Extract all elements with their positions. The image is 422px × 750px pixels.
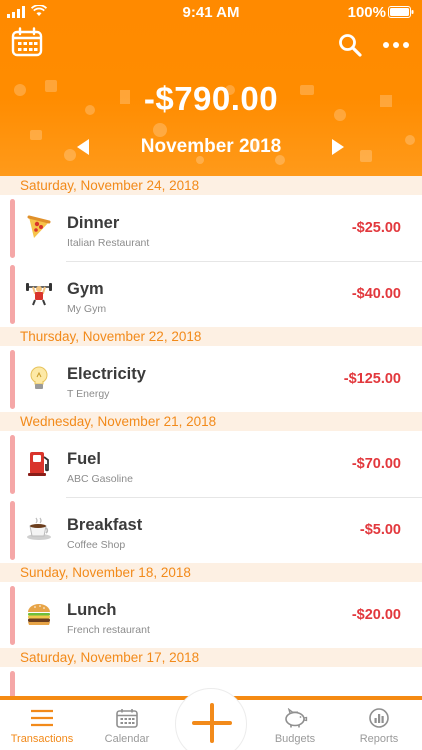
search-icon: [339, 34, 362, 57]
status-bar: 9:41 AM 100%: [0, 0, 422, 24]
fuel-pump-icon: [28, 452, 49, 476]
transaction-subtitle: Coffee Shop: [67, 539, 126, 551]
date-header: Saturday, November 17, 2018: [0, 648, 422, 667]
list-icon: [31, 709, 53, 727]
burger-icon: [28, 604, 50, 625]
tab-label: Calendar: [104, 733, 150, 745]
tab-label: Reports: [359, 733, 399, 745]
reports-icon: [369, 708, 389, 728]
expense-indicator: [10, 199, 15, 258]
transaction-amount: -$20.00: [351, 607, 401, 623]
expense-indicator: [10, 435, 15, 494]
transaction-row[interactable]: Electricity T Energy -$125.00: [0, 346, 422, 412]
date-header: Thursday, November 22, 2018: [0, 327, 422, 346]
battery-icon: [388, 6, 414, 18]
more-button[interactable]: [382, 38, 410, 52]
transaction-title: Dinner: [67, 214, 120, 232]
date-header: Sunday, November 18, 2018: [0, 563, 422, 582]
tab-calendar[interactable]: Calendar: [85, 706, 169, 750]
transaction-amount: -$25.00: [351, 220, 401, 236]
transaction-title: Breakfast: [67, 516, 143, 534]
piggy-bank-icon: [285, 708, 308, 728]
expense-indicator: [10, 265, 15, 324]
transaction-list[interactable]: Saturday, November 24, 2018 Dinner Itali…: [0, 176, 422, 696]
add-transaction-button[interactable]: [175, 688, 247, 750]
lightbulb-icon: [30, 366, 48, 389]
plus-icon: [192, 703, 232, 743]
transaction-subtitle: T Energy: [67, 388, 110, 400]
transaction-subtitle: My Gym: [67, 303, 107, 315]
transaction-title: Lunch: [67, 601, 117, 619]
transaction-row[interactable]: Dinner Italian Restaurant -$25.00: [0, 195, 422, 261]
transaction-amount: -$5.00: [359, 522, 401, 538]
transaction-row[interactable]: Breakfast Coffee Shop -$5.00: [0, 497, 422, 563]
weightlifter-icon: [26, 283, 52, 306]
transaction-subtitle: French restaurant: [67, 624, 150, 636]
transaction-row[interactable]: Fuel ABC Gasoline -$70.00: [0, 431, 422, 497]
tab-transactions[interactable]: Transactions: [0, 706, 84, 750]
more-icon: [383, 42, 409, 48]
transaction-title: Fuel: [67, 450, 101, 468]
date-header: Wednesday, November 21, 2018: [0, 412, 422, 431]
next-month-button[interactable]: [330, 138, 346, 156]
calendar-icon: [11, 27, 43, 57]
expense-indicator: [10, 586, 15, 645]
calendar-button[interactable]: [10, 26, 44, 58]
balance-total: -$790.00: [143, 80, 279, 117]
transaction-amount: -$70.00: [351, 456, 401, 472]
coffee-icon: [27, 517, 51, 540]
battery-percent: 100%: [347, 4, 386, 21]
expense-indicator: [10, 501, 15, 560]
transaction-subtitle: ABC Gasoline: [67, 473, 133, 485]
transaction-amount: -$40.00: [351, 286, 401, 302]
tab-label: Budgets: [274, 733, 316, 745]
transaction-title: Gym: [67, 280, 104, 298]
transaction-row[interactable]: Gym My Gym -$40.00: [0, 261, 422, 327]
expense-indicator: [10, 350, 15, 409]
date-header: Saturday, November 24, 2018: [0, 176, 422, 195]
transaction-subtitle: Italian Restaurant: [67, 237, 150, 249]
transaction-row[interactable]: Lunch French restaurant -$20.00: [0, 582, 422, 648]
tab-budgets[interactable]: Budgets: [253, 706, 337, 750]
header: 9:41 AM 100% -$790.00 November 2018: [0, 0, 422, 176]
pizza-icon: [27, 215, 51, 238]
month-navigator: November 2018: [0, 132, 422, 162]
transaction-amount: -$125.00: [343, 371, 401, 387]
transaction-title: Electricity: [67, 365, 146, 383]
month-label: November 2018: [140, 136, 282, 157]
expense-indicator: [10, 671, 15, 696]
search-button[interactable]: [337, 32, 363, 58]
tab-label: Transactions: [10, 733, 74, 745]
calendar-icon: [116, 709, 138, 728]
tab-reports[interactable]: Reports: [337, 706, 421, 750]
